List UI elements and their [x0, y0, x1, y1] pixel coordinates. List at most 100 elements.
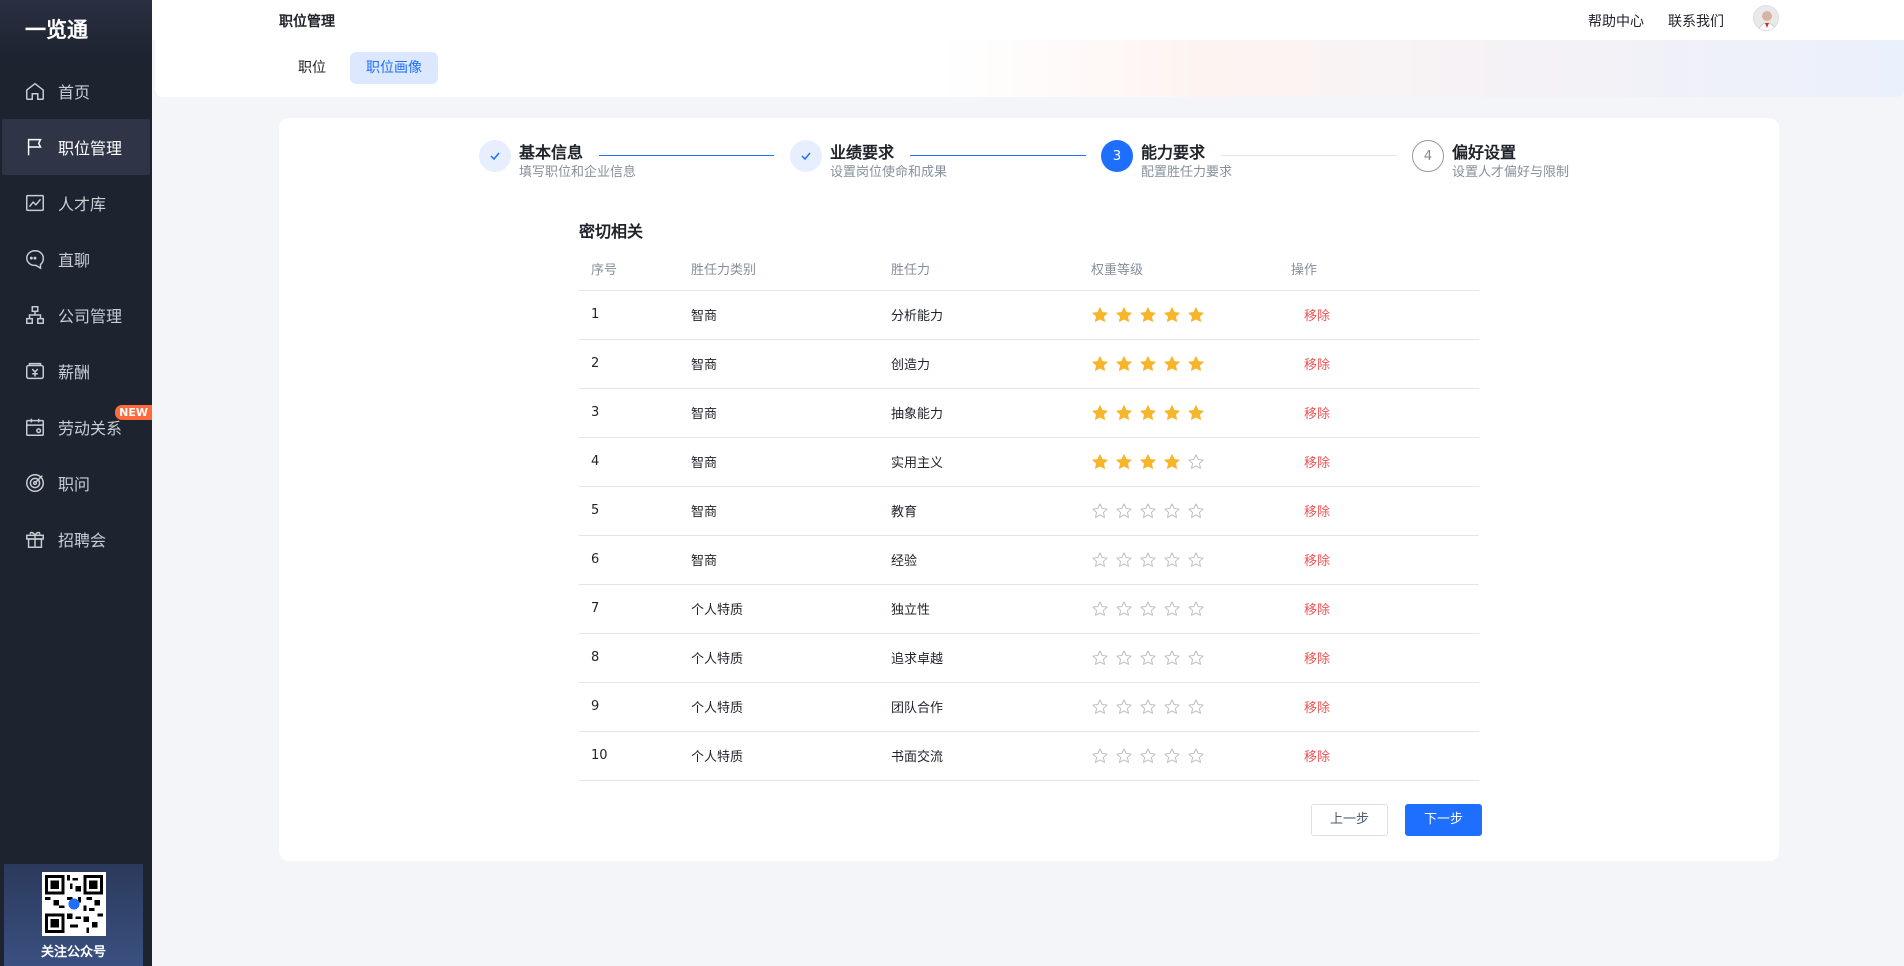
star-filled-icon[interactable] — [1187, 355, 1205, 373]
sidebar-item-job-management[interactable]: 职位管理 — [2, 119, 150, 175]
star-empty-icon[interactable] — [1091, 502, 1109, 520]
avatar[interactable] — [1753, 5, 1779, 31]
star-filled-icon[interactable] — [1091, 306, 1109, 324]
star-empty-icon[interactable] — [1163, 551, 1181, 569]
star-rating[interactable] — [1091, 306, 1279, 324]
star-empty-icon[interactable] — [1187, 698, 1205, 716]
star-empty-icon[interactable] — [1187, 502, 1205, 520]
row-weight — [1079, 388, 1279, 438]
star-empty-icon[interactable] — [1139, 551, 1157, 569]
flag-icon — [24, 136, 46, 158]
app-logo[interactable]: 一览通 — [0, 0, 152, 58]
remove-link[interactable]: 移除 — [1291, 652, 1330, 667]
star-empty-icon[interactable] — [1115, 502, 1133, 520]
star-empty-icon[interactable] — [1139, 747, 1157, 765]
star-empty-icon[interactable] — [1115, 551, 1133, 569]
star-rating[interactable] — [1091, 649, 1279, 667]
star-rating[interactable] — [1091, 355, 1279, 373]
sidebar-item-job-fair[interactable]: 招聘会 — [0, 511, 152, 567]
star-filled-icon[interactable] — [1139, 306, 1157, 324]
star-empty-icon[interactable] — [1091, 649, 1109, 667]
prev-step-button[interactable]: 上一步 — [1311, 804, 1389, 836]
step-basic-info[interactable]: 基本信息 填写职位和企业信息 — [479, 140, 636, 182]
star-empty-icon[interactable] — [1163, 649, 1181, 667]
star-rating[interactable] — [1091, 551, 1279, 569]
star-empty-icon[interactable] — [1187, 453, 1205, 471]
star-rating[interactable] — [1091, 502, 1279, 520]
table-row: 7 个人特质 独立性 移除 — [579, 584, 1479, 634]
sidebar-item-labor-relations[interactable]: 劳动关系 NEW — [0, 399, 152, 455]
star-empty-icon[interactable] — [1163, 698, 1181, 716]
star-filled-icon[interactable] — [1091, 355, 1109, 373]
remove-link[interactable]: 移除 — [1291, 701, 1330, 716]
org-icon — [24, 304, 46, 326]
row-index: 5 — [579, 486, 679, 536]
star-empty-icon[interactable] — [1163, 600, 1181, 618]
qr-code[interactable] — [41, 872, 106, 936]
remove-link[interactable]: 移除 — [1291, 750, 1330, 765]
star-empty-icon[interactable] — [1115, 747, 1133, 765]
next-step-button[interactable]: 下一步 — [1405, 804, 1483, 836]
star-filled-icon[interactable] — [1163, 404, 1181, 422]
remove-link[interactable]: 移除 — [1291, 505, 1330, 520]
star-empty-icon[interactable] — [1187, 551, 1205, 569]
remove-link[interactable]: 移除 — [1291, 554, 1330, 569]
star-filled-icon[interactable] — [1163, 306, 1181, 324]
star-empty-icon[interactable] — [1115, 600, 1133, 618]
star-empty-icon[interactable] — [1187, 747, 1205, 765]
star-empty-icon[interactable] — [1115, 649, 1133, 667]
star-rating[interactable] — [1091, 453, 1279, 471]
star-filled-icon[interactable] — [1187, 404, 1205, 422]
star-rating[interactable] — [1091, 747, 1279, 765]
star-filled-icon[interactable] — [1115, 306, 1133, 324]
sidebar-item-chat[interactable]: 直聊 — [0, 231, 152, 287]
star-empty-icon[interactable] — [1163, 747, 1181, 765]
star-empty-icon[interactable] — [1139, 649, 1157, 667]
star-filled-icon[interactable] — [1091, 453, 1109, 471]
sidebar-item-company[interactable]: 公司管理 — [0, 287, 152, 343]
step-performance[interactable]: 业绩要求 设置岗位使命和成果 — [790, 140, 947, 182]
star-filled-icon[interactable] — [1187, 306, 1205, 324]
star-empty-icon[interactable] — [1091, 551, 1109, 569]
star-empty-icon[interactable] — [1115, 698, 1133, 716]
step-preference[interactable]: 4 偏好设置 设置人才偏好与限制 — [1412, 140, 1569, 182]
sidebar-item-home[interactable]: 首页 — [0, 63, 152, 119]
star-empty-icon[interactable] — [1139, 502, 1157, 520]
star-filled-icon[interactable] — [1091, 404, 1109, 422]
header-category: 胜任力类别 — [679, 248, 879, 291]
sidebar-item-salary[interactable]: 薪酬 — [0, 343, 152, 399]
star-filled-icon[interactable] — [1139, 355, 1157, 373]
star-filled-icon[interactable] — [1115, 355, 1133, 373]
star-rating[interactable] — [1091, 404, 1279, 422]
tab-job[interactable]: 职位 — [282, 52, 342, 84]
remove-link[interactable]: 移除 — [1291, 603, 1330, 618]
sidebar-item-label: 人才库 — [58, 195, 107, 214]
star-empty-icon[interactable] — [1163, 502, 1181, 520]
star-empty-icon[interactable] — [1139, 698, 1157, 716]
star-empty-icon[interactable] — [1091, 747, 1109, 765]
star-empty-icon[interactable] — [1187, 600, 1205, 618]
star-empty-icon[interactable] — [1091, 698, 1109, 716]
tab-job-profile[interactable]: 职位画像 — [350, 52, 438, 84]
star-rating[interactable] — [1091, 698, 1279, 716]
star-filled-icon[interactable] — [1139, 404, 1157, 422]
remove-link[interactable]: 移除 — [1291, 456, 1330, 471]
star-filled-icon[interactable] — [1163, 453, 1181, 471]
step-ability[interactable]: 3 能力要求 配置胜任力要求 — [1101, 140, 1232, 182]
star-empty-icon[interactable] — [1091, 600, 1109, 618]
remove-link[interactable]: 移除 — [1291, 407, 1330, 422]
sidebar-item-talent-pool[interactable]: 人才库 — [0, 175, 152, 231]
star-rating[interactable] — [1091, 600, 1279, 618]
contact-us-link[interactable]: 联系我们 — [1668, 11, 1724, 31]
remove-link[interactable]: 移除 — [1291, 309, 1330, 324]
help-center-link[interactable]: 帮助中心 — [1588, 11, 1644, 31]
sidebar-item-label: 职问 — [58, 475, 91, 494]
star-empty-icon[interactable] — [1187, 649, 1205, 667]
remove-link[interactable]: 移除 — [1291, 358, 1330, 373]
star-filled-icon[interactable] — [1139, 453, 1157, 471]
star-filled-icon[interactable] — [1163, 355, 1181, 373]
star-empty-icon[interactable] — [1139, 600, 1157, 618]
star-filled-icon[interactable] — [1115, 404, 1133, 422]
star-filled-icon[interactable] — [1115, 453, 1133, 471]
sidebar-item-job-qa[interactable]: 职问 — [0, 455, 152, 511]
